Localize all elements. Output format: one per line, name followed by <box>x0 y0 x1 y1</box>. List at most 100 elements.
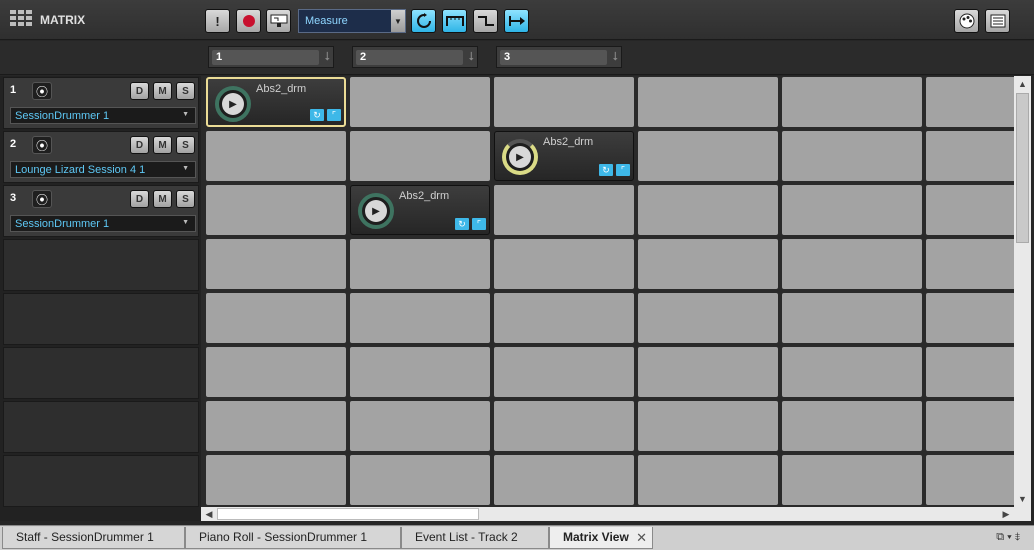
empty-cell[interactable] <box>206 401 346 451</box>
track-1-d-button[interactable]: D <box>130 82 149 100</box>
empty-cell[interactable] <box>926 401 1014 451</box>
track-2[interactable]: 2 ⦿ D M S Lounge Lizard Session 4 1 ▼ <box>3 131 199 183</box>
empty-cell[interactable] <box>494 185 634 235</box>
window-layout-icon[interactable]: ⧉ <box>996 531 1004 543</box>
empty-cell[interactable] <box>782 239 922 289</box>
empty-cell[interactable] <box>638 293 778 343</box>
scroll-down-icon[interactable]: ▼ <box>1014 492 1031 506</box>
trigger-mode-icon[interactable]: ⌜ <box>327 109 341 121</box>
empty-cell[interactable] <box>782 401 922 451</box>
empty-cell[interactable] <box>350 293 490 343</box>
empty-cell[interactable] <box>638 239 778 289</box>
clip[interactable]: ▶ Abs2_drm ↻ ⌜ <box>206 77 346 127</box>
options-list-button[interactable] <box>985 9 1010 33</box>
empty-cell[interactable] <box>926 347 1014 397</box>
track-2-mute-button[interactable]: M <box>153 136 172 154</box>
empty-cell[interactable] <box>206 455 346 505</box>
stop-arrow-icon[interactable]: ⭣ <box>324 49 330 64</box>
tab-staff[interactable]: Staff - SessionDrummer 1 <box>2 527 185 549</box>
empty-cell[interactable] <box>494 293 634 343</box>
track-3-device-select[interactable]: SessionDrummer 1 ▼ <box>10 215 196 232</box>
tab-matrix-view[interactable]: Matrix View ✕ <box>549 527 653 549</box>
empty-cell[interactable] <box>782 77 922 127</box>
close-icon[interactable]: ✕ <box>636 527 647 548</box>
trigger-release-button[interactable] <box>473 9 498 33</box>
stop-arrow-icon[interactable]: ⭣ <box>468 49 474 64</box>
track-2-d-button[interactable]: D <box>130 136 149 154</box>
tab-piano-roll[interactable]: Piano Roll - SessionDrummer 1 <box>185 527 401 549</box>
track-2-device-select[interactable]: Lounge Lizard Session 4 1 ▼ <box>10 161 196 178</box>
empty-cell[interactable] <box>350 347 490 397</box>
loop-button[interactable] <box>411 9 436 33</box>
clip[interactable]: ▶ Abs2_drm ↻ ⌜ <box>350 185 490 235</box>
trigger-options-button[interactable] <box>266 9 291 33</box>
empty-cell[interactable] <box>926 293 1014 343</box>
empty-cell[interactable] <box>638 401 778 451</box>
track-3[interactable]: 3 ⦿ D M S SessionDrummer 1 ▼ <box>3 185 199 237</box>
play-icon[interactable]: ▶ <box>509 146 531 168</box>
empty-cell[interactable] <box>350 455 490 505</box>
empty-cell[interactable] <box>782 347 922 397</box>
trigger-mode-icon[interactable]: ⌜ <box>472 218 486 230</box>
empty-cell[interactable] <box>206 293 346 343</box>
tab-event-list[interactable]: Event List - Track 2 <box>401 527 549 549</box>
vertical-scrollbar[interactable]: ▲ ▼ <box>1014 76 1031 507</box>
track-2-solo-button[interactable]: S <box>176 136 195 154</box>
play-icon[interactable]: ▶ <box>365 200 387 222</box>
horizontal-scrollbar[interactable]: ◀ ▶ <box>201 507 1014 521</box>
scene-2-header[interactable]: 2 ⭣ <box>352 46 478 68</box>
scene-1-header[interactable]: 1 ⭣ <box>208 46 334 68</box>
empty-cell[interactable] <box>782 185 922 235</box>
quantize-select[interactable]: Measure ▼ <box>298 9 406 33</box>
clip[interactable]: ▶ Abs2_drm ↻ ⌜ <box>494 131 634 181</box>
empty-cell[interactable] <box>494 239 634 289</box>
track-3-mute-button[interactable]: M <box>153 190 172 208</box>
record-button[interactable] <box>236 9 261 33</box>
empty-cell[interactable] <box>926 455 1014 505</box>
empty-cell[interactable] <box>494 77 634 127</box>
empty-cell[interactable] <box>638 131 778 181</box>
empty-cell[interactable] <box>350 239 490 289</box>
empty-cell[interactable] <box>926 239 1014 289</box>
empty-cell[interactable] <box>494 347 634 397</box>
vertical-scroll-thumb[interactable] <box>1016 93 1029 243</box>
loop-icon[interactable]: ↻ <box>310 109 324 121</box>
track-1-device-select[interactable]: SessionDrummer 1 ▼ <box>10 107 196 124</box>
empty-cell[interactable] <box>350 131 490 181</box>
loop-icon[interactable]: ↻ <box>599 164 613 176</box>
track-3-d-button[interactable]: D <box>130 190 149 208</box>
trigger-mode-icon[interactable]: ⌜ <box>616 164 630 176</box>
empty-cell[interactable] <box>206 239 346 289</box>
track-1-solo-button[interactable]: S <box>176 82 195 100</box>
tab-layout-tools[interactable]: ⧉ ▾ ⇟ <box>996 531 1020 544</box>
empty-cell[interactable] <box>782 131 922 181</box>
track-3-solo-button[interactable]: S <box>176 190 195 208</box>
empty-cell[interactable] <box>206 185 346 235</box>
chevron-down-icon[interactable]: ▾ <box>1007 531 1012 543</box>
empty-cell[interactable] <box>350 401 490 451</box>
empty-cell[interactable] <box>926 185 1014 235</box>
scroll-up-icon[interactable]: ▲ <box>1014 77 1031 91</box>
track-1-mute-button[interactable]: M <box>153 82 172 100</box>
loop-icon[interactable]: ↻ <box>455 218 469 230</box>
empty-cell[interactable] <box>494 401 634 451</box>
empty-cell[interactable] <box>638 77 778 127</box>
synth-rack-button[interactable] <box>954 9 979 33</box>
empty-cell[interactable] <box>782 293 922 343</box>
empty-cell[interactable] <box>926 77 1014 127</box>
empty-cell[interactable] <box>206 131 346 181</box>
track-1[interactable]: 1 ⦿ D M S SessionDrummer 1 ▼ <box>3 77 199 129</box>
empty-cell[interactable] <box>350 77 490 127</box>
follow-button[interactable] <box>504 9 529 33</box>
empty-cell[interactable] <box>494 455 634 505</box>
empty-cell[interactable] <box>206 347 346 397</box>
empty-cell[interactable] <box>782 455 922 505</box>
horizontal-scroll-thumb[interactable] <box>217 508 479 520</box>
scroll-right-icon[interactable]: ▶ <box>999 507 1013 521</box>
scene-3-header[interactable]: 3 ⭣ <box>496 46 622 68</box>
stop-arrow-icon[interactable]: ⭣ <box>612 49 618 64</box>
empty-cell[interactable] <box>638 347 778 397</box>
trigger-quantize-button[interactable] <box>442 9 467 33</box>
collapse-icon[interactable]: ⇟ <box>1015 531 1020 543</box>
scroll-left-icon[interactable]: ◀ <box>202 507 216 521</box>
